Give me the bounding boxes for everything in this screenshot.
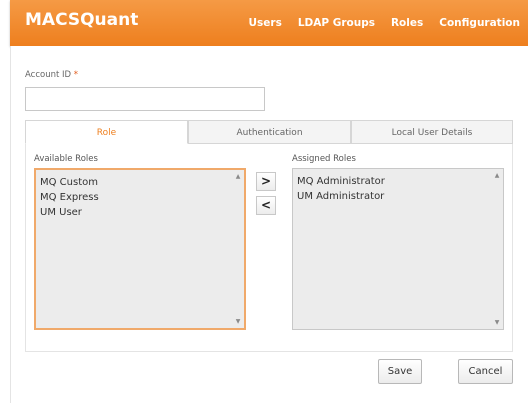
nav-ldap-groups[interactable]: LDAP Groups [290,17,383,29]
account-id-label: Account ID * [25,70,79,80]
nav-configuration[interactable]: Configuration [431,17,528,29]
remove-role-button[interactable]: < [256,196,276,215]
nav-users[interactable]: Users [241,17,290,29]
scroll-down-icon[interactable]: ▼ [493,319,501,326]
tab-role[interactable]: Role [25,120,188,144]
account-id-input[interactable] [25,87,265,111]
app-logo-title: MACSQuant [25,10,139,30]
scroll-down-icon[interactable]: ▼ [234,318,242,325]
tab-authentication[interactable]: Authentication [188,120,351,144]
main-nav: Users LDAP Groups Roles Configuration [241,0,528,46]
scroll-up-icon[interactable]: ▲ [234,173,242,180]
scrollbar[interactable]: ▲ ▼ [234,172,242,326]
assigned-roles-label: Assigned Roles [292,154,356,164]
assigned-roles-list[interactable]: MQ Administrator UM Administrator ▲ ▼ [292,168,504,330]
required-marker: * [73,70,79,80]
list-item[interactable]: UM User [40,205,244,220]
cancel-button[interactable]: Cancel [458,359,513,384]
top-header: MACSQuant Users LDAP Groups Roles Config… [10,0,528,46]
list-item[interactable]: UM Administrator [297,189,503,204]
list-item[interactable]: MQ Administrator [297,174,503,189]
list-item[interactable]: MQ Custom [40,175,244,190]
add-role-button[interactable]: > [256,172,276,191]
available-roles-label: Available Roles [34,154,98,164]
available-roles-list[interactable]: MQ Custom MQ Express UM User ▲ ▼ [34,168,246,330]
list-item[interactable]: MQ Express [40,190,244,205]
tab-local-user-details[interactable]: Local User Details [351,120,513,144]
scroll-up-icon[interactable]: ▲ [493,172,501,179]
scrollbar[interactable]: ▲ ▼ [493,171,501,327]
save-button[interactable]: Save [378,359,422,384]
nav-roles[interactable]: Roles [383,17,431,29]
